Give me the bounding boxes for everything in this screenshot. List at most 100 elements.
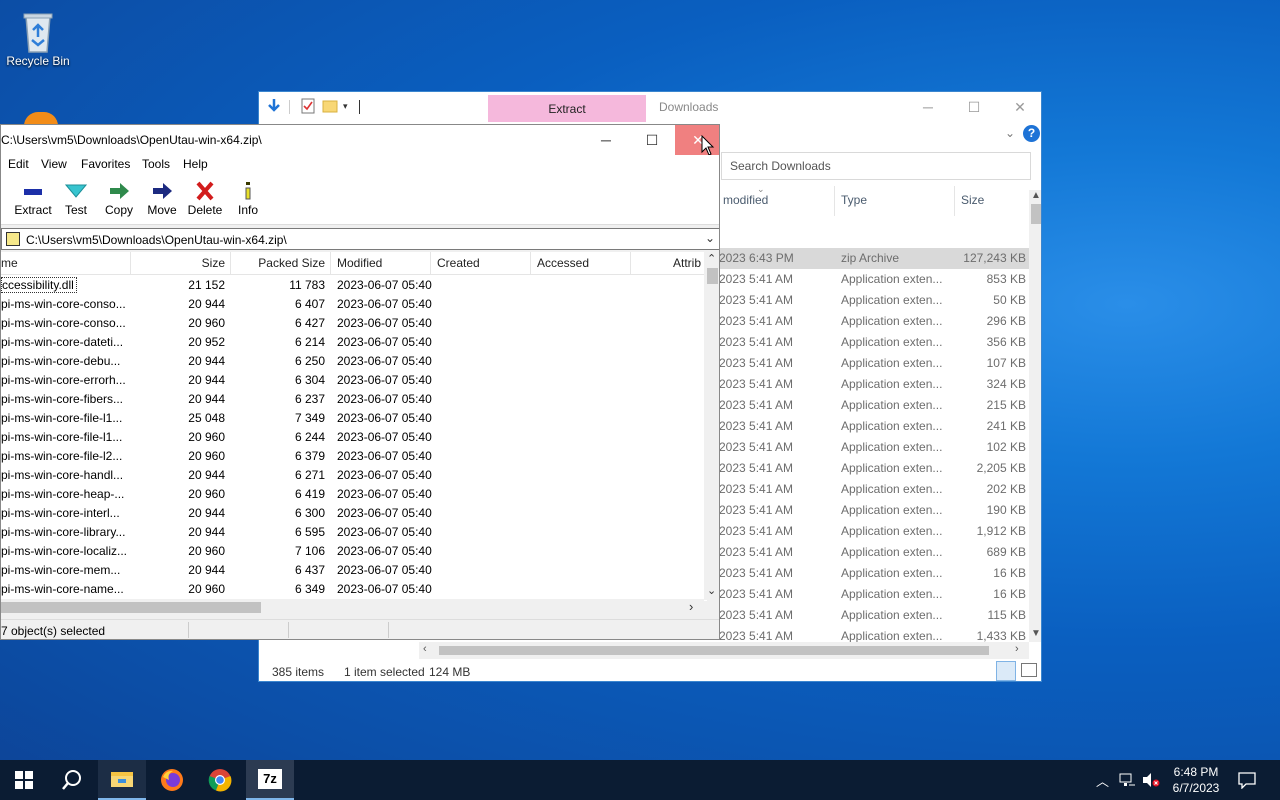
horizontal-scrollbar[interactable]: ‹ › xyxy=(419,642,1029,659)
volume-muted-icon[interactable] xyxy=(1142,772,1160,791)
help-icon[interactable]: ? xyxy=(1023,125,1040,142)
chevron-down-icon[interactable]: ⌄ xyxy=(1005,126,1015,140)
scroll-right-icon[interactable]: › xyxy=(689,599,693,614)
table-row[interactable]: pi-ms-win-core-library... 20 944 6 595 2023… xyxy=(1,523,707,542)
table-row[interactable]: pi-ms-win-core-localiz... 20 960 7 106 2023… xyxy=(1,542,707,561)
file-name: pi-ms-win-core-file-l1... xyxy=(1,411,123,425)
column-type[interactable]: Type xyxy=(841,193,867,207)
maximize-button[interactable]: ☐ xyxy=(629,125,675,155)
search-button[interactable] xyxy=(48,760,96,800)
item-modified: 2023 5:41 AM xyxy=(719,314,794,328)
menu-view[interactable]: View xyxy=(41,157,67,171)
column-packed-size[interactable]: Packed Size xyxy=(231,256,325,270)
show-hidden-icons-icon[interactable]: ︿ xyxy=(1096,771,1109,790)
sevenzip-window[interactable]: C:\Users\vm5\Downloads\OpenUtau-win-x64.… xyxy=(0,124,720,640)
scroll-thumb[interactable] xyxy=(439,646,989,655)
file-size: 20 944 xyxy=(188,506,225,520)
item-modified: 2023 5:41 AM xyxy=(719,335,794,349)
network-icon[interactable] xyxy=(1118,772,1136,791)
table-row[interactable]: pi-ms-win-core-errorh... 20 944 6 304 2023-… xyxy=(1,371,707,390)
vertical-scrollbar[interactable]: ▲ ▼ xyxy=(1029,190,1041,642)
scroll-left-icon[interactable]: ‹ xyxy=(423,643,427,655)
search-input[interactable]: Search Downloads xyxy=(721,152,1031,180)
table-row[interactable]: pi-ms-win-core-conso... 20 944 6 407 2023-0… xyxy=(1,295,707,314)
column-accessed[interactable]: Accessed xyxy=(537,256,589,270)
extract-button[interactable]: Extract xyxy=(11,181,55,217)
item-size: 324 KB xyxy=(986,377,1026,391)
table-row[interactable]: ccessibility.dll 21 152 11 783 2023-06-07 0… xyxy=(1,276,707,295)
item-size: 115 KB xyxy=(987,608,1026,622)
table-row[interactable]: pi-ms-win-core-file-l2... 20 960 6 379 2023… xyxy=(1,447,707,466)
address-path[interactable]: C:\Users\vm5\Downloads\OpenUtau-win-x64.… xyxy=(26,233,287,247)
column-name[interactable]: me xyxy=(1,256,18,270)
scroll-up-icon[interactable]: ▲ xyxy=(1031,190,1041,201)
archive-file-list[interactable]: me Size Packed Size Modified Created Acc… xyxy=(1,252,707,601)
table-row[interactable]: pi-ms-win-core-dateti... 20 952 6 214 2023-… xyxy=(1,333,707,352)
horizontal-scrollbar[interactable]: › xyxy=(1,599,704,616)
table-row[interactable]: pi-ms-win-core-fibers... 20 944 6 237 2023-… xyxy=(1,390,707,409)
new-folder-icon[interactable] xyxy=(322,98,338,114)
vertical-scrollbar[interactable]: ⌃ ⌄ xyxy=(704,252,719,600)
file-modified: 2023-06-07 05:40 xyxy=(337,544,432,558)
properties-icon[interactable] xyxy=(300,98,316,114)
chevron-down-icon[interactable]: ⌄ xyxy=(705,231,715,245)
chevron-down-icon[interactable]: ▾ xyxy=(343,101,348,112)
explorer-titlebar[interactable]: ▾ Extract Downloads ─ ☐ ✕ xyxy=(259,92,1041,123)
taskbar-firefox[interactable] xyxy=(148,760,196,800)
sevenzip-titlebar[interactable]: C:\Users\vm5\Downloads\OpenUtau-win-x64.… xyxy=(1,125,719,156)
table-row[interactable]: pi-ms-win-core-conso... 20 960 6 427 2023-0… xyxy=(1,314,707,333)
info-button[interactable]: Info xyxy=(226,181,270,217)
table-row[interactable]: pi-ms-win-core-heap-... 20 960 6 419 2023-0… xyxy=(1,485,707,504)
move-button[interactable]: Move xyxy=(140,181,184,217)
address-bar[interactable]: C:\Users\vm5\Downloads\OpenUtau-win-x64.… xyxy=(1,228,719,250)
table-row[interactable]: pi-ms-win-core-file-l1... 25 048 7 349 2023… xyxy=(1,409,707,428)
scroll-right-icon[interactable]: › xyxy=(1015,643,1019,655)
maximize-button[interactable]: ☐ xyxy=(951,92,997,122)
menu-tools[interactable]: Tools xyxy=(142,157,170,171)
selection-size: 124 MB xyxy=(429,665,471,679)
arrow-down-icon[interactable] xyxy=(266,98,282,114)
column-modified[interactable]: Modified xyxy=(337,256,382,270)
test-button[interactable]: Test xyxy=(54,181,98,217)
tiles-view-button[interactable] xyxy=(1021,663,1037,677)
column-size[interactable]: Size xyxy=(131,256,225,270)
taskbar-chrome[interactable] xyxy=(196,760,244,800)
column-size[interactable]: Size xyxy=(961,193,984,207)
item-type: Application exten... xyxy=(841,482,943,496)
item-type: Application exten... xyxy=(841,629,943,643)
table-row[interactable]: pi-ms-win-core-debu... 20 944 6 250 2023-06… xyxy=(1,352,707,371)
menu-edit[interactable]: Edit xyxy=(8,157,29,171)
tab-extract[interactable]: Extract xyxy=(488,95,646,123)
taskbar-file-explorer[interactable] xyxy=(98,760,146,800)
scroll-thumb[interactable] xyxy=(1031,204,1041,224)
scroll-thumb[interactable] xyxy=(707,268,718,284)
column-created[interactable]: Created xyxy=(437,256,480,270)
table-row[interactable]: pi-ms-win-core-mem... 20 944 6 437 2023-06-… xyxy=(1,561,707,580)
item-modified: 2023 5:41 AM xyxy=(719,608,794,622)
details-view-button[interactable] xyxy=(996,661,1016,681)
close-button[interactable]: ✕ xyxy=(997,92,1041,122)
menu-help[interactable]: Help xyxy=(183,157,208,171)
scroll-up-icon[interactable]: ⌃ xyxy=(707,252,716,265)
clock[interactable]: 6:48 PM 6/7/2023 xyxy=(1166,764,1226,796)
table-row[interactable]: pi-ms-win-core-handl... 20 944 6 271 2023-0… xyxy=(1,466,707,485)
menu-favorites[interactable]: Favorites xyxy=(81,157,130,171)
recycle-bin-shortcut[interactable]: Recycle Bin xyxy=(0,8,76,68)
taskbar-7zip[interactable]: 7z xyxy=(246,760,294,800)
table-row[interactable]: pi-ms-win-core-interl... 20 944 6 300 2023-… xyxy=(1,504,707,523)
file-packed-size: 6 349 xyxy=(294,582,325,596)
scroll-down-icon[interactable]: ⌄ xyxy=(707,584,716,597)
start-button[interactable] xyxy=(0,760,48,800)
minimize-button[interactable]: ─ xyxy=(905,92,951,122)
table-row[interactable]: pi-ms-win-core-file-l1... 20 960 6 244 2023… xyxy=(1,428,707,447)
notification-center-icon[interactable] xyxy=(1238,772,1256,792)
scroll-down-icon[interactable]: ▼ xyxy=(1031,628,1041,639)
table-row[interactable]: pi-ms-win-core-name... 20 960 6 349 2023-06… xyxy=(1,580,707,599)
scroll-thumb[interactable] xyxy=(1,602,261,613)
column-attributes[interactable]: Attrib xyxy=(673,256,701,270)
minimize-button[interactable]: ─ xyxy=(583,125,629,155)
delete-button[interactable]: Delete xyxy=(183,181,227,217)
copy-button[interactable]: Copy xyxy=(97,181,141,217)
column-separator xyxy=(430,252,431,275)
column-modified[interactable]: modified xyxy=(723,193,768,207)
